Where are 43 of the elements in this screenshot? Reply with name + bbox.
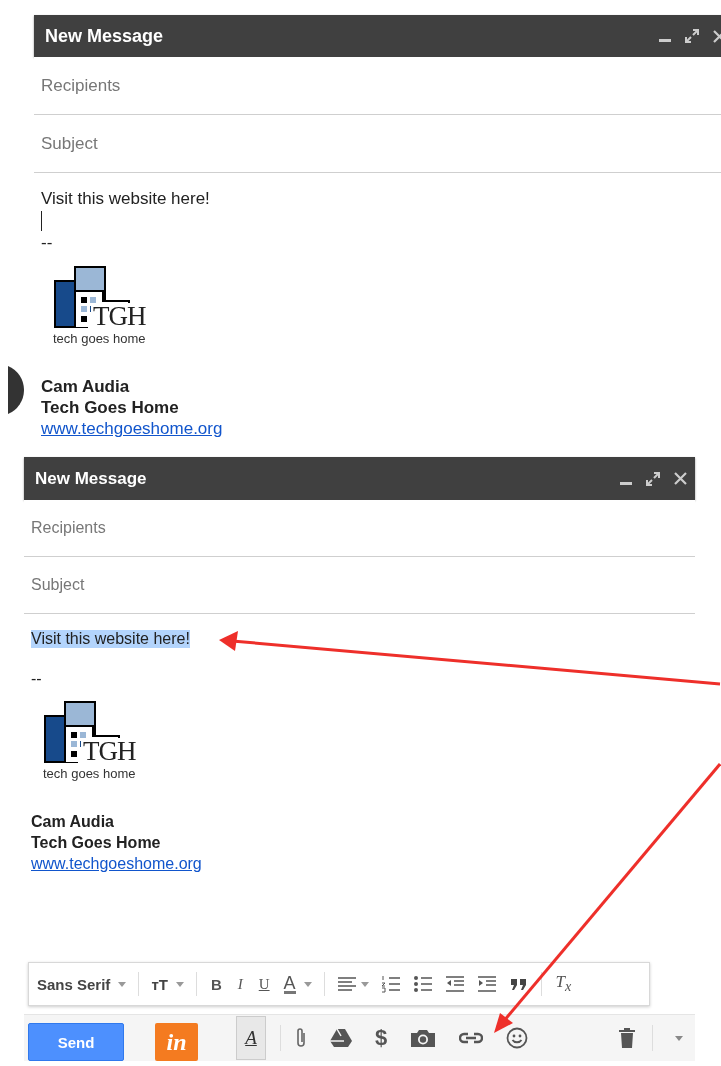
drive-icon[interactable] — [330, 1027, 352, 1049]
signature-separator: -- — [41, 233, 53, 253]
font-size-dropdown[interactable]: ᴛT — [151, 975, 184, 993]
dropdown-caret-icon — [303, 981, 312, 987]
signature-organization: Tech Goes Home — [31, 833, 161, 853]
more-options-caret-icon[interactable] — [675, 1035, 683, 1041]
smiley-icon[interactable] — [506, 1027, 529, 1049]
align-icon[interactable] — [336, 975, 357, 993]
dropdown-caret-icon — [360, 981, 369, 987]
indent-less-icon[interactable] — [444, 975, 465, 993]
body-text: Visit this website here! — [41, 189, 210, 209]
logo-tagline: tech goes home — [53, 331, 146, 346]
underline-button[interactable]: U — [256, 975, 272, 993]
dropdown-caret-icon — [118, 981, 127, 987]
formatting-options-button[interactable]: A — [236, 1016, 266, 1060]
money-button[interactable]: $ — [375, 1025, 388, 1051]
numbered-list-icon[interactable] — [380, 975, 401, 993]
signature-name: Cam Audia — [31, 812, 114, 832]
window-title: New Message — [45, 25, 165, 47]
logo-text: TGH — [91, 303, 148, 329]
window-title: New Message — [35, 468, 148, 489]
dropdown-caret-icon — [175, 981, 184, 987]
clear-formatting-button[interactable]: T$_{x}$ — [553, 972, 574, 996]
close-icon[interactable] — [674, 472, 687, 485]
signature-separator: -- — [31, 670, 42, 688]
signature-name: Cam Audia — [41, 376, 130, 397]
indent-more-icon[interactable] — [476, 975, 497, 993]
signature-organization: Tech Goes Home — [41, 397, 179, 418]
text-color-dropdown[interactable]: A — [283, 974, 312, 994]
logo-text: TGH — [81, 738, 138, 764]
bold-button[interactable]: B — [208, 975, 224, 993]
bulleted-list-icon[interactable] — [412, 975, 433, 993]
website-link[interactable]: www.techgoeshome.org — [41, 418, 223, 439]
expand-icon[interactable] — [685, 29, 699, 43]
camera-icon[interactable] — [410, 1027, 437, 1049]
italic-button[interactable]: I — [235, 975, 245, 993]
website-link[interactable]: www.techgoeshome.org — [31, 853, 202, 874]
trash-icon[interactable] — [619, 1027, 635, 1049]
paperclip-icon[interactable] — [295, 1027, 307, 1049]
body-text: Visit this website here! — [31, 630, 190, 648]
expand-icon[interactable] — [646, 471, 660, 486]
font-dropdown[interactable]: Sans Serif — [37, 975, 127, 993]
logo-tagline: tech goes home — [43, 766, 136, 781]
